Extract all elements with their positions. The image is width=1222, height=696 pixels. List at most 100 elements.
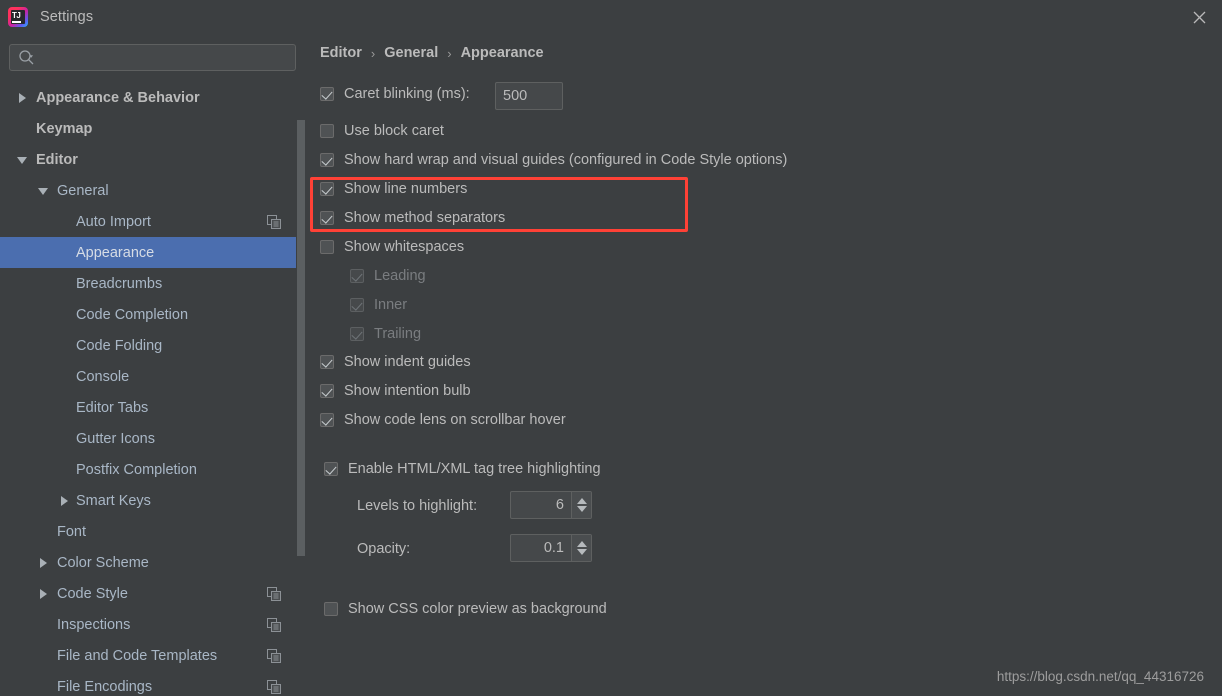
- option-show-whitespaces[interactable]: Show whitespaces: [320, 239, 464, 255]
- sidebar-item-appearance[interactable]: Appearance: [0, 237, 305, 268]
- chevron-up-icon[interactable]: [576, 498, 587, 504]
- chevron-right-icon[interactable]: [58, 495, 70, 507]
- watermark-url: https://blog.csdn.net/qq_44316726: [996, 669, 1204, 684]
- checkbox-use-block-caret[interactable]: [320, 124, 334, 138]
- checkbox-show-indent-guides[interactable]: [320, 355, 334, 369]
- option-show-line-numbers[interactable]: Show line numbers: [320, 181, 467, 197]
- spinner-opacity-value[interactable]: 0.1: [511, 535, 571, 561]
- option-enable-tag-tree[interactable]: Enable HTML/XML tag tree highlighting: [324, 461, 601, 477]
- option-show-indent-guides[interactable]: Show indent guides: [320, 354, 471, 370]
- chevron-down-icon[interactable]: [37, 185, 49, 197]
- checkbox-caret-blinking[interactable]: [320, 87, 334, 101]
- sidebar-item-label: Auto Import: [76, 213, 151, 230]
- search-box[interactable]: [9, 44, 296, 71]
- sidebar-item-file-and-code-templates[interactable]: File and Code Templates: [0, 640, 305, 671]
- chevron-right-icon[interactable]: [37, 557, 49, 569]
- title-bar: TJ Settings: [0, 0, 1222, 34]
- sidebar-item-font[interactable]: Font: [0, 516, 305, 547]
- sidebar-item-label: File and Code Templates: [57, 647, 218, 664]
- sidebar-item-label: Breadcrumbs: [76, 275, 163, 292]
- breadcrumb-item[interactable]: Editor: [320, 45, 362, 61]
- sidebar-item-keymap[interactable]: Keymap: [0, 113, 305, 144]
- input-caret-blinking-ms[interactable]: 500: [495, 82, 563, 110]
- spinner-levels-to-highlight[interactable]: 6: [510, 491, 592, 519]
- label-show-code-lens: Show code lens on scrollbar hover: [344, 412, 566, 428]
- spinner-opacity[interactable]: 0.1: [510, 534, 592, 562]
- option-show-css-color-preview[interactable]: Show CSS color preview as background: [324, 601, 607, 617]
- option-use-block-caret[interactable]: Use block caret: [320, 123, 444, 139]
- label-show-whitespaces: Show whitespaces: [344, 239, 465, 255]
- sidebar-item-label: Editor: [36, 151, 78, 168]
- label-show-intention-bulb: Show intention bulb: [344, 383, 471, 399]
- label-enable-tag-tree: Enable HTML/XML tag tree highlighting: [348, 461, 601, 477]
- sidebar-item-color-scheme[interactable]: Color Scheme: [0, 547, 305, 578]
- checkbox-enable-tag-tree[interactable]: [324, 462, 338, 476]
- checkbox-show-line-numbers[interactable]: [320, 182, 334, 196]
- breadcrumb-separator: ›: [447, 45, 452, 61]
- sidebar-item-smart-keys[interactable]: Smart Keys: [0, 485, 305, 516]
- sidebar-item-code-completion[interactable]: Code Completion: [0, 299, 305, 330]
- spinner-levels-arrows[interactable]: [571, 492, 591, 518]
- spinner-opacity-arrows[interactable]: [571, 535, 591, 561]
- label-inner: Inner: [374, 297, 408, 313]
- sidebar-item-postfix-completion[interactable]: Postfix Completion: [0, 454, 305, 485]
- chevron-right-icon[interactable]: [16, 92, 28, 104]
- label-levels-to-highlight: Levels to highlight:: [357, 498, 478, 514]
- sidebar-item-auto-import[interactable]: Auto Import: [0, 206, 305, 237]
- checkbox-show-whitespaces[interactable]: [320, 240, 334, 254]
- sidebar-item-code-style[interactable]: Code Style: [0, 578, 305, 609]
- breadcrumb-item[interactable]: General: [384, 45, 438, 61]
- sidebar-item-console[interactable]: Console: [0, 361, 305, 392]
- checkbox-show-method-separators[interactable]: [320, 211, 334, 225]
- option-leading: Leading: [350, 268, 426, 284]
- breadcrumb-item[interactable]: Appearance: [461, 45, 544, 61]
- sidebar-item-editor[interactable]: Editor: [0, 144, 305, 175]
- option-caret-blinking[interactable]: Caret blinking (ms):: [320, 86, 470, 102]
- chevron-down-icon[interactable]: [16, 154, 28, 166]
- option-show-hard-wrap[interactable]: Show hard wrap and visual guides (config…: [320, 152, 787, 168]
- sidebar-item-label: Gutter Icons: [76, 430, 155, 447]
- search-input[interactable]: [40, 45, 290, 70]
- copy-icon[interactable]: [267, 617, 281, 632]
- close-icon[interactable]: [1176, 0, 1222, 34]
- sidebar-item-label: Postfix Completion: [76, 461, 197, 478]
- sidebar-item-label: File Encodings: [57, 678, 153, 695]
- label-show-indent-guides: Show indent guides: [344, 354, 471, 370]
- option-show-code-lens[interactable]: Show code lens on scrollbar hover: [320, 412, 566, 428]
- sidebar-item-label: Code Completion: [76, 306, 189, 323]
- copy-icon[interactable]: [267, 586, 281, 601]
- chevron-down-icon[interactable]: [576, 549, 587, 555]
- checkbox-show-css-color-preview[interactable]: [324, 602, 338, 616]
- copy-icon[interactable]: [267, 679, 281, 694]
- chevron-right-icon[interactable]: [37, 588, 49, 600]
- option-inner: Inner: [350, 297, 407, 313]
- sidebar-item-file-encodings[interactable]: File Encodings: [0, 671, 305, 696]
- sidebar-item-appearance-behavior[interactable]: Appearance & Behavior: [0, 82, 305, 113]
- sidebar-item-label: Inspections: [57, 616, 131, 633]
- sidebar-item-breadcrumbs[interactable]: Breadcrumbs: [0, 268, 305, 299]
- breadcrumb-separator: ›: [370, 45, 376, 61]
- copy-icon[interactable]: [267, 214, 281, 229]
- sidebar-scrollbar-thumb[interactable]: [297, 120, 305, 556]
- chevron-up-icon[interactable]: [576, 541, 587, 547]
- checkbox-show-code-lens[interactable]: [320, 413, 334, 427]
- spinner-levels-value[interactable]: 6: [511, 492, 571, 518]
- option-show-method-separators[interactable]: Show method separators: [320, 210, 505, 226]
- checkbox-inner: [350, 298, 364, 312]
- sidebar-item-label: Code Style: [57, 585, 128, 602]
- sidebar-item-general[interactable]: General: [0, 175, 305, 206]
- label-show-css-color-preview: Show CSS color preview as background: [348, 601, 607, 617]
- sidebar-item-editor-tabs[interactable]: Editor Tabs: [0, 392, 305, 423]
- sidebar-item-inspections[interactable]: Inspections: [0, 609, 305, 640]
- checkbox-show-intention-bulb[interactable]: [320, 384, 334, 398]
- sidebar-item-label: Appearance & Behavior: [36, 89, 200, 106]
- chevron-down-icon[interactable]: [576, 506, 587, 512]
- sidebar-item-label: Smart Keys: [76, 492, 151, 509]
- checkbox-show-hard-wrap[interactable]: [320, 153, 334, 167]
- sidebar-item-gutter-icons[interactable]: Gutter Icons: [0, 423, 305, 454]
- option-show-intention-bulb[interactable]: Show intention bulb: [320, 383, 471, 399]
- settings-tree: Appearance & Behavior Keymap Editor General…: [0, 82, 305, 696]
- copy-icon[interactable]: [267, 648, 281, 663]
- sidebar-item-code-folding[interactable]: Code Folding: [0, 330, 305, 361]
- option-trailing: Trailing: [350, 326, 421, 342]
